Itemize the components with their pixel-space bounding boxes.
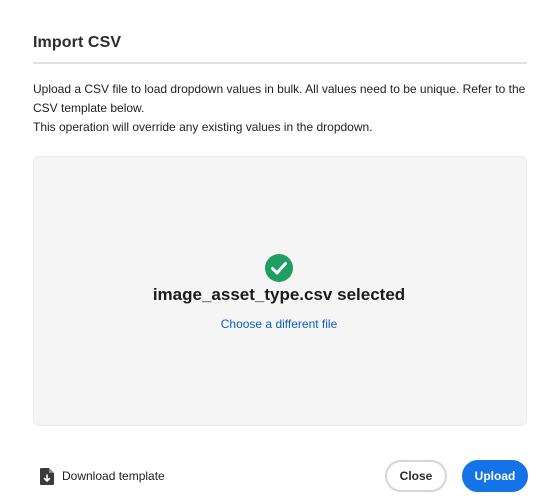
upload-button[interactable]: Upload — [462, 460, 528, 492]
dialog-description: Upload a CSV file to load dropdown value… — [33, 80, 533, 137]
check-circle-icon — [265, 254, 293, 282]
selected-file-text: image_asset_type.csv selected — [152, 285, 406, 304]
choose-different-file-link[interactable]: Choose a different file — [0, 317, 558, 331]
download-template-label: Download template — [62, 469, 165, 483]
description-line-1: Upload a CSV file to load dropdown value… — [33, 82, 526, 115]
close-button[interactable]: Close — [385, 460, 447, 492]
description-line-2: This operation will override any existin… — [33, 120, 373, 134]
import-csv-dialog: Import CSV Upload a CSV file to load dro… — [0, 0, 558, 501]
title-divider — [33, 62, 527, 64]
download-template-link[interactable]: Download template — [40, 466, 165, 486]
dialog-title: Import CSV — [33, 34, 122, 51]
document-download-icon — [40, 467, 54, 485]
